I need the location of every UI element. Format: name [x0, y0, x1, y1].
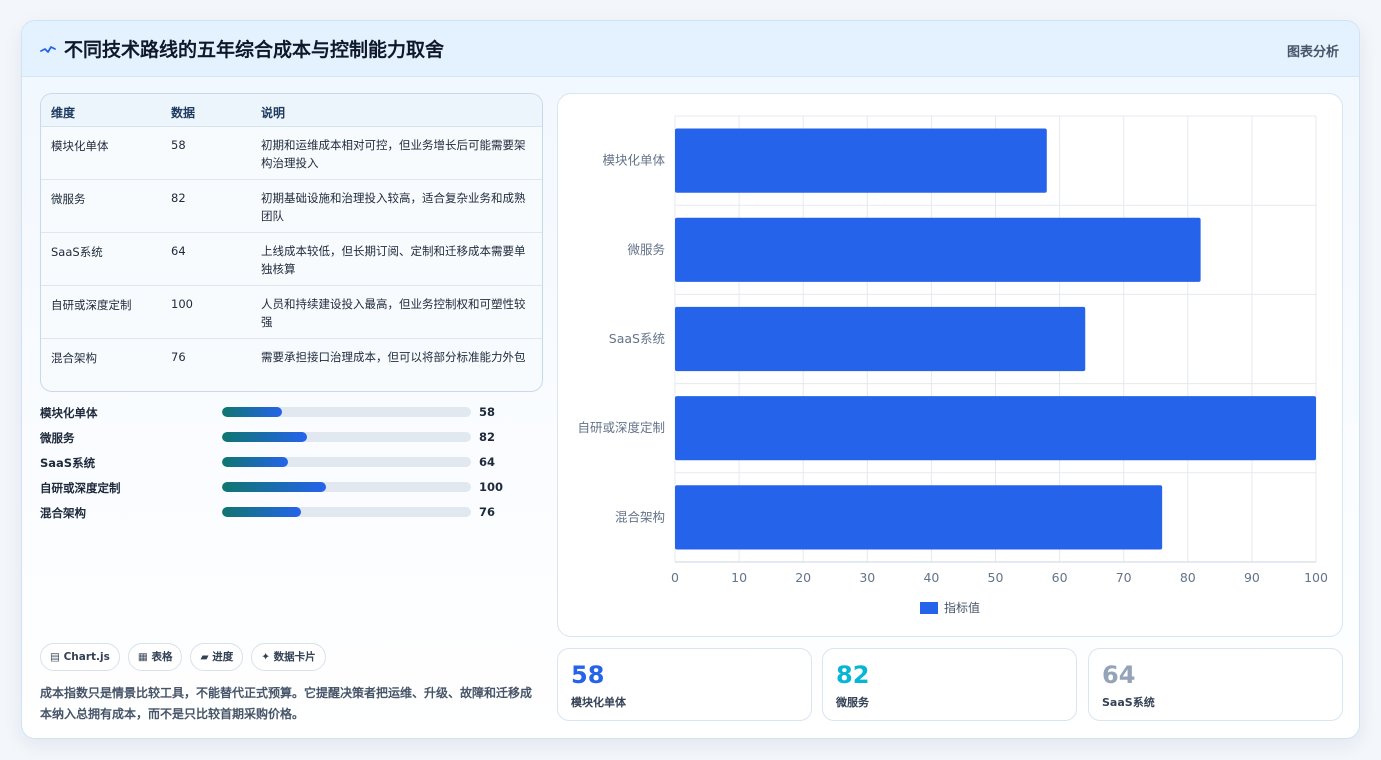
y-tick-label: 微服务: [627, 242, 665, 257]
cell-name: SaaS系统: [51, 245, 103, 259]
y-tick-label: 混合架构: [615, 509, 665, 524]
bar: [675, 217, 1201, 282]
chart-analysis-tag: 图表分析: [1286, 45, 1339, 60]
progress-row: 自研或深度定制 100: [40, 476, 520, 501]
column-header-data: 数据: [171, 106, 196, 120]
stat-card: 82 微服务: [822, 648, 1077, 721]
x-tick-label: 20: [795, 570, 811, 585]
footnote: 成本指数只是情景比较工具，不能替代正式预算。它提醒决策者把运维、升级、故障和迁移…: [40, 686, 533, 721]
x-tick-label: 70: [1116, 570, 1132, 585]
progress-label: SaaS系统: [40, 456, 96, 470]
data-table: 维度 数据 说明 模块化单体 58 初期和运维成本相对可控，但业务增长后可能需要…: [40, 93, 543, 392]
stat-label: 模块化单体: [571, 696, 626, 709]
x-tick-label: 0: [671, 570, 679, 585]
progress-value: 100: [479, 480, 504, 494]
y-tick-label: SaaS系统: [609, 331, 665, 346]
stat-value: 82: [836, 661, 870, 689]
stat-card: 64 SaaS系统: [1088, 648, 1343, 721]
progress-row: 混合架构 76: [40, 501, 520, 526]
page-title: 不同技术路线的五年综合成本与控制能力取舍: [64, 39, 445, 61]
cell-value: 82: [171, 191, 186, 205]
table-row: 微服务 82 初期基础设施和治理投入较高，适合复杂业务和成熟团队: [41, 180, 542, 233]
progress-value: 64: [479, 455, 496, 469]
progress-value: 76: [479, 505, 496, 519]
progress-row: 微服务 82: [40, 426, 520, 451]
cell-name: 模块化单体: [51, 139, 109, 153]
chart-panel: 模块化单体微服务 SaaS系统自研或深度定制混合架构 0 10 20 30 40 50 60 70…: [557, 93, 1343, 637]
chip-table[interactable]: ▦ 表格: [127, 643, 183, 671]
feature-chips: ▤ Chart.js ▦ 表格 ▰ 进度 ✦ 数据卡片: [40, 643, 334, 671]
cell-value: 64: [171, 244, 186, 258]
table-row: 混合架构 76 需要承担接口治理成本，但可以将部分标准能力外包: [41, 339, 542, 391]
dashboard-card: 不同技术路线的五年综合成本与控制能力取舍 图表分析 维度 数据 说明 模块化单体…: [21, 20, 1360, 739]
table-row: 模块化单体 58 初期和运维成本相对可控，但业务增长后可能需要架构治理投入: [41, 127, 542, 180]
chip-chartjs[interactable]: ▤ Chart.js: [40, 643, 120, 671]
cell-name: 混合架构: [51, 351, 97, 365]
progress-row: 模块化单体 58: [40, 401, 520, 426]
sparkline-icon: [40, 46, 56, 53]
cell-value: 76: [171, 350, 186, 364]
progress-fill: [222, 482, 326, 492]
header: 不同技术路线的五年综合成本与控制能力取舍 图表分析: [22, 21, 1359, 77]
stat-value: 64: [1102, 661, 1136, 689]
bar-chart: 模块化单体微服务 SaaS系统自研或深度定制混合架构 0 10 20 30 40 50 60 70…: [577, 115, 1328, 615]
cell-description: 初期基础设施和治理投入较高，适合复杂业务和成熟团队: [261, 191, 526, 223]
progress-label: 自研或深度定制: [40, 481, 121, 495]
y-tick-label: 自研或深度定制: [577, 420, 665, 435]
stat-value: 58: [571, 661, 605, 689]
progress-label: 模块化单体: [40, 406, 98, 420]
x-tick-label: 80: [1180, 570, 1196, 585]
cell-name: 自研或深度定制: [51, 298, 132, 312]
stat-card: 58 模块化单体: [557, 648, 812, 721]
cell-name: 微服务: [51, 192, 86, 206]
progress-track: [222, 457, 471, 467]
x-tick-label: 40: [923, 570, 939, 585]
bar: [675, 306, 1086, 372]
bar: [675, 128, 1047, 193]
cell-description: 上线成本较低，但长期订阅、定制和迁移成本需要单独核算: [261, 244, 526, 276]
bar: [675, 396, 1316, 461]
table-header: 维度 数据 说明: [41, 94, 542, 127]
cell-description: 人员和持续建设投入最高，但业务控制权和可塑性较强: [261, 297, 526, 329]
progress-fill: [222, 432, 308, 442]
column-header-dimension: 维度: [51, 106, 76, 120]
column-header-description: 说明: [261, 106, 286, 120]
x-tick-label: 60: [1052, 570, 1068, 585]
x-tick-label: 10: [731, 570, 747, 585]
table-row: SaaS系统 64 上线成本较低，但长期订阅、定制和迁移成本需要单独核算: [41, 233, 542, 286]
progress-label: 微服务: [40, 431, 75, 445]
x-tick-label: 50: [988, 570, 1004, 585]
progress-value: 82: [479, 430, 496, 444]
x-tick-label: 100: [1304, 570, 1328, 585]
progress-track: [222, 432, 471, 442]
cell-description: 初期和运维成本相对可控，但业务增长后可能需要架构治理投入: [261, 138, 526, 170]
progress-row: SaaS系统 64: [40, 451, 520, 476]
x-tick-label: 30: [859, 570, 875, 585]
stat-label: 微服务: [836, 696, 869, 709]
bar: [675, 485, 1163, 550]
progress-fill: [222, 407, 283, 417]
cell-description: 需要承担接口治理成本，但可以将部分标准能力外包: [261, 350, 526, 364]
progress-label: 混合架构: [40, 506, 86, 520]
progress-track: [222, 407, 471, 417]
progress-list: 模块化单体 58 微服务 82 SaaS系统 64 自研或深度定制 100 混合…: [40, 401, 520, 526]
progress-fill: [222, 457, 289, 467]
progress-fill: [222, 507, 301, 517]
chip-data-cards[interactable]: ✦ 数据卡片: [251, 643, 326, 671]
y-tick-label: 模块化单体: [602, 153, 665, 168]
chip-progress[interactable]: ▰ 进度: [190, 643, 244, 671]
progress-track: [222, 507, 471, 517]
cell-value: 100: [171, 297, 193, 311]
progress-track: [222, 482, 471, 492]
stat-label: SaaS系统: [1102, 696, 1155, 709]
legend-label: 指标值: [944, 600, 980, 615]
x-tick-label: 90: [1244, 570, 1260, 585]
progress-value: 58: [479, 405, 496, 419]
legend-swatch: [920, 602, 938, 614]
table-row: 自研或深度定制 100 人员和持续建设投入最高，但业务控制权和可塑性较强: [41, 286, 542, 339]
cell-value: 58: [171, 138, 186, 152]
